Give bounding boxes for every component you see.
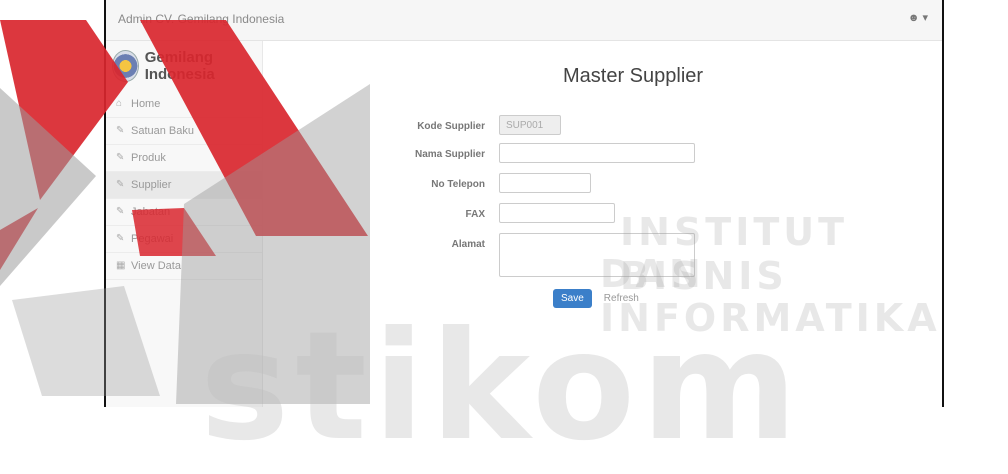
table-icon: ▦: [116, 260, 126, 271]
form-row-nama: Nama Supplier: [263, 143, 943, 163]
nama-supplier-input[interactable]: [499, 143, 695, 163]
save-button[interactable]: Save: [553, 289, 592, 308]
form-row-kode: Kode Supplier: [263, 115, 943, 135]
sidebar-item-home[interactable]: ⌂ Home: [106, 91, 262, 118]
home-icon: ⌂: [116, 98, 123, 109]
sidebar-nav: ⌂ Home ✎ Satuan Baku ✎ Produk ✎ Supplier ✎ Ja…: [106, 91, 262, 280]
sidebar-item-satuan-baku[interactable]: ✎ Satuan Baku: [106, 118, 262, 145]
page-title: Master Supplier: [563, 65, 704, 87]
user-menu-icon[interactable]: ☻ ▾: [908, 11, 928, 24]
company-logo: [112, 50, 139, 82]
edit-icon: ✎: [116, 233, 125, 244]
edit-icon: ✎: [116, 179, 125, 190]
brand-name: Gemilang Indonesia: [144, 49, 215, 83]
no-telepon-input[interactable]: [499, 173, 591, 193]
main-content: Master Supplier Kode Supplier Nama Suppl…: [263, 41, 942, 407]
kode-supplier-label: Kode Supplier: [417, 121, 485, 132]
alamat-label: Alamat: [451, 239, 485, 250]
refresh-button[interactable]: Refresh: [598, 292, 645, 305]
form-row-fax: FAX: [263, 203, 943, 223]
sidebar-item-produk[interactable]: ✎ Produk: [106, 145, 262, 172]
form-row-alamat: Alamat: [263, 233, 943, 277]
edit-icon: ✎: [116, 206, 125, 217]
sidebar-item-jabatan[interactable]: ✎ Jabatan: [106, 199, 262, 226]
edit-icon: ✎: [116, 152, 125, 163]
sidebar-item-supplier[interactable]: ✎ Supplier: [106, 172, 262, 199]
sidebar-item-view-data[interactable]: ▦ View Data: [106, 253, 262, 280]
alamat-textarea[interactable]: [499, 233, 695, 277]
sidebar-item-label: View Data: [131, 260, 181, 272]
form-actions: Save Refresh: [553, 289, 645, 308]
sidebar-item-label: Supplier: [131, 179, 172, 191]
sidebar-item-label: Pegawai: [131, 233, 174, 245]
fax-label: FAX: [465, 209, 485, 220]
nama-supplier-label: Nama Supplier: [414, 149, 485, 160]
logo-red-left: [0, 208, 38, 270]
brand: Gemilang Indonesia: [106, 41, 262, 91]
sidebar: Gemilang Indonesia ⌂ Home ✎ Satuan Baku ✎ P…: [106, 41, 263, 407]
kode-supplier-input[interactable]: [499, 115, 561, 135]
form-row-telp: No Telepon: [263, 173, 943, 193]
sidebar-item-label: Satuan Baku: [131, 125, 194, 137]
fax-input[interactable]: [499, 203, 615, 223]
no-telepon-label: No Telepon: [431, 179, 485, 190]
app-window: Admin CV. Gemilang Indonesia ☻ ▾ Gemilan…: [104, 0, 944, 407]
sidebar-item-label: Jabatan: [131, 206, 171, 218]
sidebar-item-label: Produk: [131, 152, 166, 164]
app-title[interactable]: Admin CV. Gemilang Indonesia: [118, 12, 284, 26]
topbar: Admin CV. Gemilang Indonesia ☻ ▾: [106, 0, 942, 41]
logo-gray-left: [0, 88, 96, 286]
edit-icon: ✎: [116, 125, 125, 136]
sidebar-item-pegawai[interactable]: ✎ Pegawai: [106, 226, 262, 253]
sidebar-item-label: Home: [131, 98, 161, 110]
